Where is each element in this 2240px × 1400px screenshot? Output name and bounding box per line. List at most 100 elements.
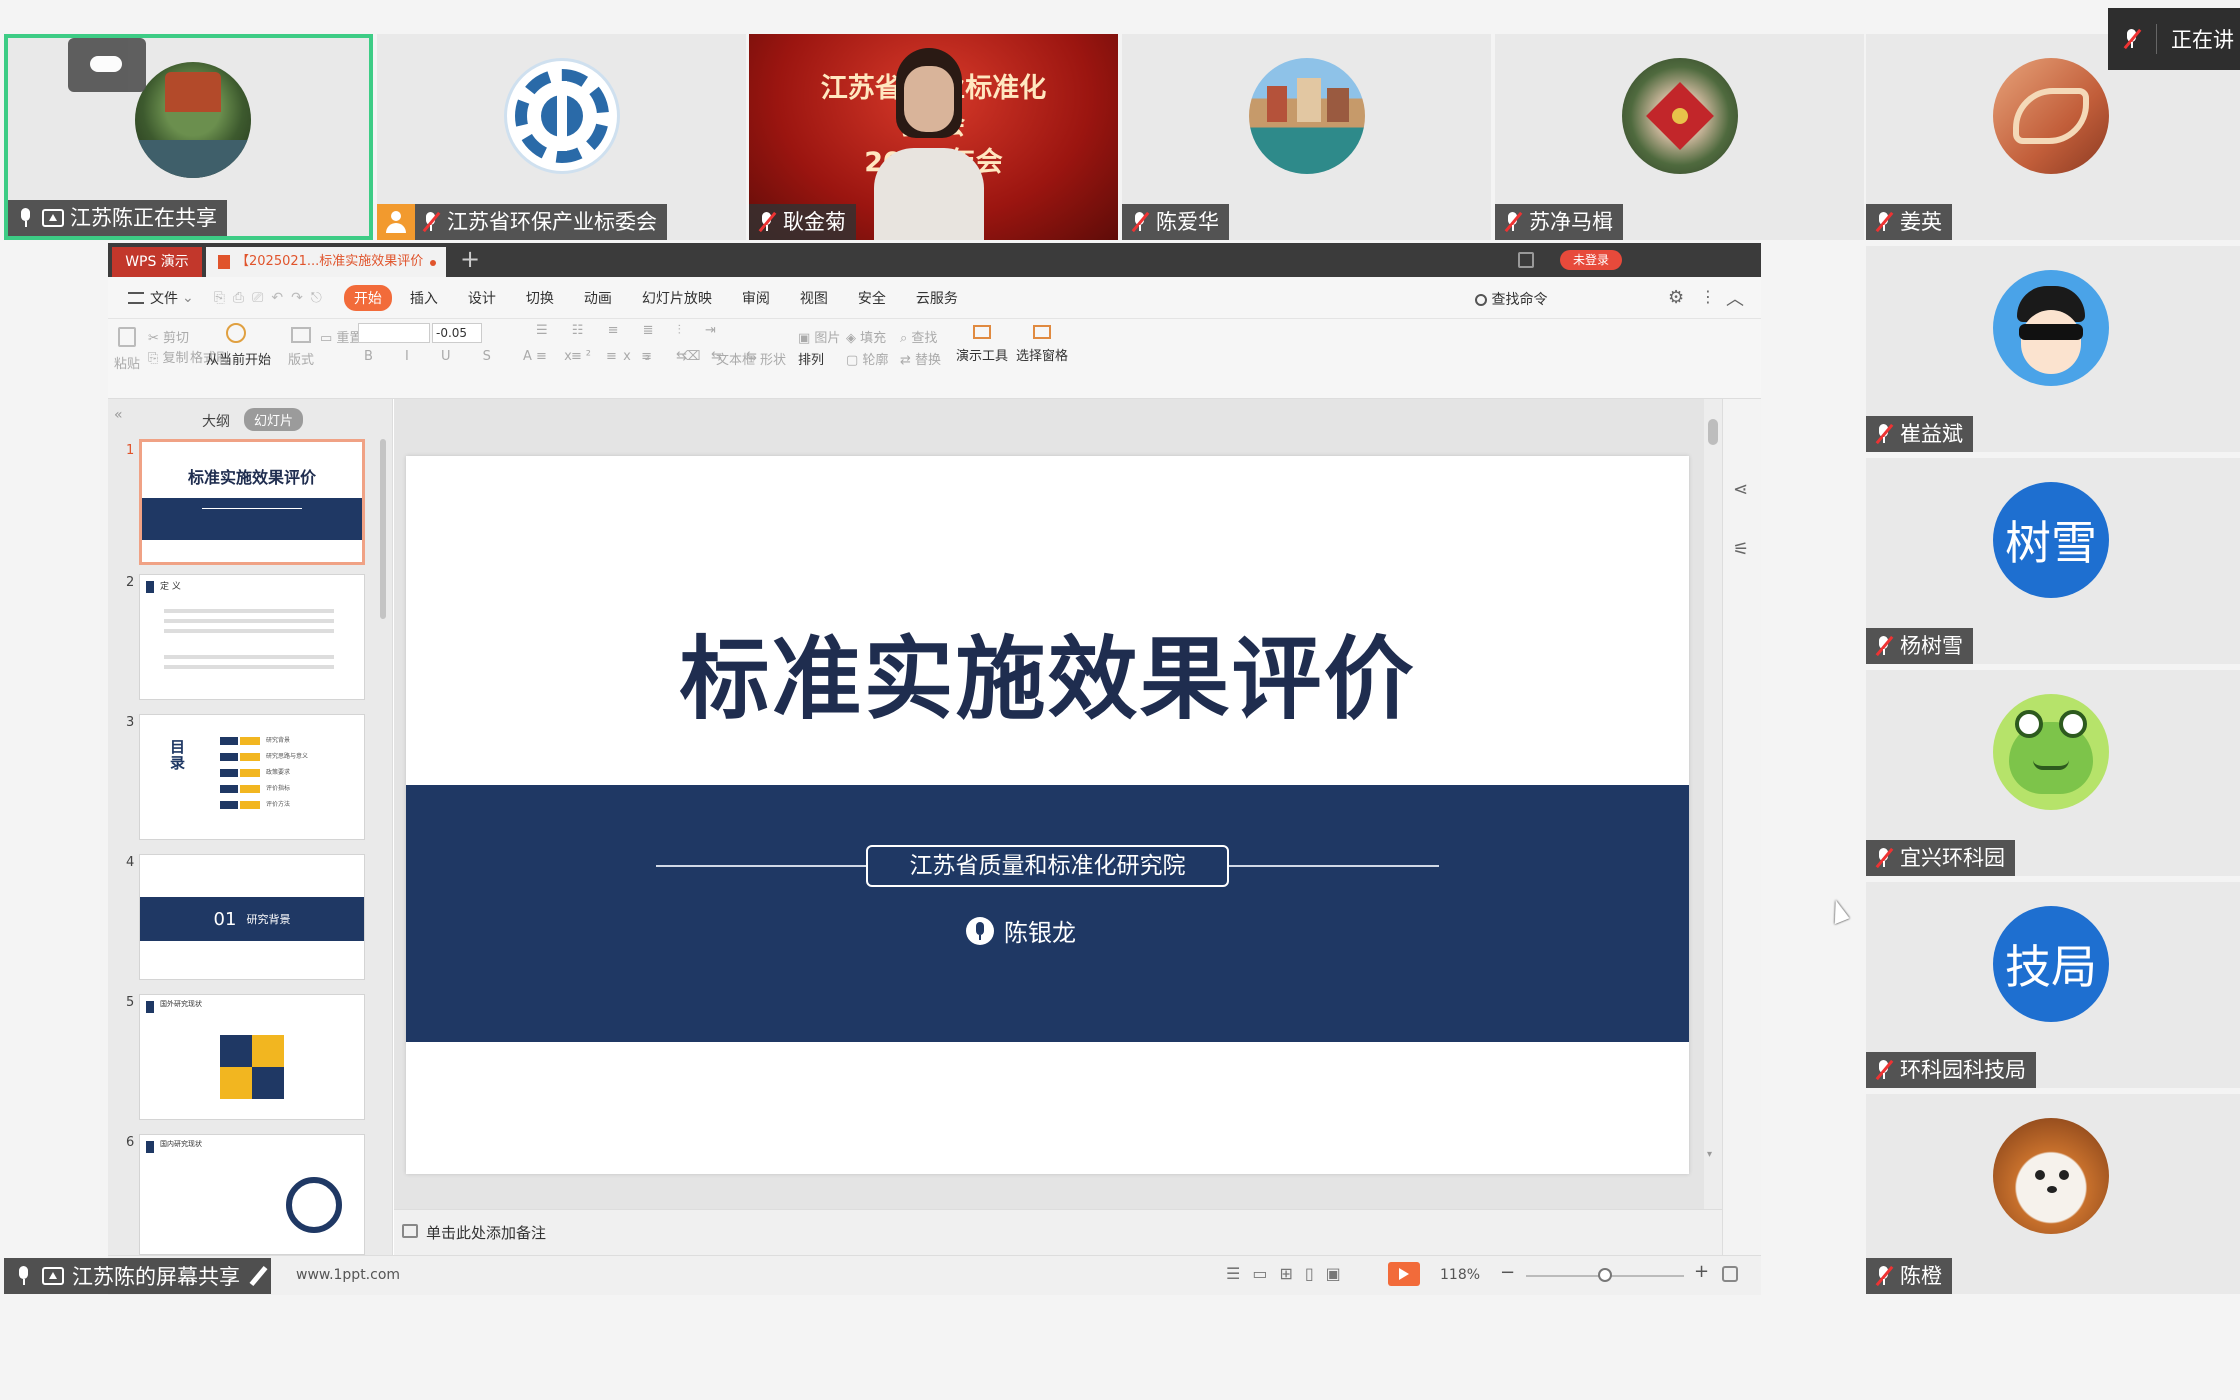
mic-muted-icon [2122,28,2142,50]
view-mode-icons[interactable]: ☰▭⊞▯▣ [1226,1264,1353,1283]
slide-thumbnail-3[interactable]: 目录 研究背景 研究思路与意义 政策要求 评价指标 评价方法 [139,714,365,840]
slide-thumbnail-4[interactable]: 01 研究背景 [139,854,365,980]
participant-avatar: 技局 [1993,906,2109,1022]
text-box-button[interactable]: 文本框 [716,349,755,368]
annotate-pen-icon[interactable] [249,1265,268,1287]
collapse-ribbon-icon[interactable]: ︿ [1726,285,1744,311]
mic-muted-icon [1874,211,1894,233]
zoom-in-button[interactable]: + [1694,1261,1709,1282]
participant-name: 江苏陈正在共享 [70,206,217,230]
more-options-icon[interactable]: ⋮ [1700,287,1716,306]
slide-vertical-scrollbar[interactable]: ▾ [1704,399,1722,1209]
window-layout-icon[interactable] [1518,252,1534,268]
scroll-down-icon[interactable]: ▾ [1707,1149,1712,1160]
menu-tab-insert[interactable]: 插入 [410,288,438,308]
wps-app-tab[interactable]: WPS 演示 [112,247,202,277]
char-spacing-input[interactable]: -0.05 [432,323,482,343]
new-slide-button[interactable]: 版式 [288,327,314,368]
notes-pane[interactable]: 单击此处添加备注 [394,1209,1722,1255]
menu-tab-security[interactable]: 安全 [858,288,886,308]
tab-slides[interactable]: 幻灯片 [244,408,304,431]
menu-tab-review[interactable]: 审阅 [742,288,770,308]
search-command[interactable]: 查找命令 [1475,289,1547,309]
menu-tab-transition[interactable]: 切换 [526,288,554,308]
participant-tile-right-2[interactable]: 树雪 杨树雪 [1866,458,2240,664]
play-slideshow-button[interactable] [1388,1262,1420,1286]
participant-tile-5[interactable]: 苏净马楫 [1495,34,1864,240]
tab-close-dot-icon[interactable] [430,260,436,266]
slide-thumbnail-6[interactable]: 国内研究现状 [139,1134,365,1255]
collapse-panel-icon[interactable]: « [114,407,123,423]
outline-button[interactable]: ▢ 轮廓 [846,349,888,368]
thumb-title: 标准实施效果评价 [187,468,316,487]
participant-avatar [504,58,620,174]
participant-tile-4[interactable]: 陈爱华 [1122,34,1491,240]
find-button[interactable]: ⌕ 查找 [900,327,937,346]
login-badge[interactable]: 未登录 [1560,250,1622,270]
fit-window-icon[interactable] [1722,1266,1738,1282]
selection-pane-button[interactable]: 选择窗格 [1014,325,1070,364]
reset-button[interactable]: ▭ 重置 [320,327,362,346]
panel-scrollbar[interactable] [380,439,386,619]
current-slide[interactable]: 标准实施效果评价 江苏省质量和标准化研究院 陈银龙 [406,456,1689,1174]
share-icon[interactable]: ⋖ [1733,479,1748,500]
slide-thumbnail-5[interactable]: 国外研究现状 [139,994,365,1120]
play-from-current-button[interactable]: 从当前开始 [206,323,271,368]
zoom-level[interactable]: 118% [1440,1267,1480,1283]
thumb-title: 国内研究现状 [160,1140,202,1148]
cut-button[interactable]: ✂ 剪切 [148,327,189,346]
participant-name: 耿金菊 [783,210,846,234]
tab-outline[interactable]: 大纲 [202,411,230,431]
menu-tab-start[interactable]: 开始 [343,284,392,311]
participant-name-tag: 江苏省环保产业标委会 [377,204,667,240]
participant-tile-right-1[interactable]: 崔益斌 [1866,246,2240,452]
participant-avatar [1249,58,1365,174]
mic-muted-icon [1874,423,1894,445]
screen-share-cloud-button[interactable] [68,38,146,92]
picture-button[interactable]: ▣ 图片 [798,327,840,346]
arrange-button[interactable]: 排列 [798,349,824,368]
font-name-input[interactable] [358,323,430,343]
participant-tile-1[interactable]: 江苏陈正在共享 [4,34,373,240]
menu-tab-view[interactable]: 视图 [800,288,828,308]
thumb-number: 4 [126,855,135,870]
properties-icon[interactable]: ⚟ [1733,539,1749,560]
presenter-tools-button[interactable]: 演示工具 [954,325,1010,364]
participant-name-tag: 宜兴环科园 [1866,840,2015,876]
slide-thumbnail-1[interactable]: 标准实施效果评价 [139,439,365,565]
thumb-number: 1 [126,443,135,458]
paste-button[interactable]: 粘贴 [114,327,140,372]
menu-file[interactable]: 文件 [150,288,178,308]
shape-button[interactable]: 形状 [760,349,786,368]
menu-tab-slideshow[interactable]: 幻灯片放映 [642,288,712,308]
quick-access-icons: ⎘⎙⎚↶↷⎋ [213,289,330,306]
participant-tile-right-4[interactable]: 技局 环科园科技局 [1866,882,2240,1088]
participant-tile-3[interactable]: 江苏省环 业标准化 技 会 2024 年会 耿金菊 [749,34,1118,240]
participant-name-tag: 环科园科技局 [1866,1052,2036,1088]
participant-tile-right-5[interactable]: 陈橙 [1866,1094,2240,1294]
participant-avatar [1993,270,2109,386]
fill-button[interactable]: ◈ 填充 [846,327,886,346]
zoom-out-button[interactable]: − [1500,1262,1515,1283]
participant-name-tag: 陈橙 [1866,1258,1952,1294]
copy-button[interactable]: ⎘ 复制 [148,347,189,366]
zoom-slider-thumb[interactable] [1598,1268,1612,1282]
replace-button[interactable]: ⇄ 替换 [900,349,941,368]
participant-name-tag: 江苏陈正在共享 [8,200,227,236]
new-tab-button[interactable]: + [460,245,480,273]
menu-tab-animation[interactable]: 动画 [584,288,612,308]
menu-tab-cloud[interactable]: 云服务 [916,288,958,308]
zoom-slider-track[interactable] [1526,1268,1684,1282]
participant-tile-2[interactable]: 江苏省环保产业标委会 [377,34,746,240]
speaking-indicator-text: 正在讲 [2171,28,2234,52]
mouse-cursor-icon [1826,897,1850,925]
search-icon [1475,294,1487,306]
settings-gear-icon[interactable]: ⚙ [1668,287,1684,308]
hamburger-menu-icon[interactable] [128,291,144,304]
mic-muted-icon [1874,1265,1894,1287]
participant-tile-right-3[interactable]: 宜兴环科园 [1866,670,2240,876]
slide-thumbnail-panel: « 大纲 幻灯片 1 标准实施效果评价 2 定 义 3 目录 研究背景 研究思路与… [108,399,393,1255]
menu-tab-design[interactable]: 设计 [468,288,496,308]
slide-thumbnail-2[interactable]: 定 义 [139,574,365,700]
document-tab[interactable]: 【2025021...标准实施效果评价 [206,247,446,277]
